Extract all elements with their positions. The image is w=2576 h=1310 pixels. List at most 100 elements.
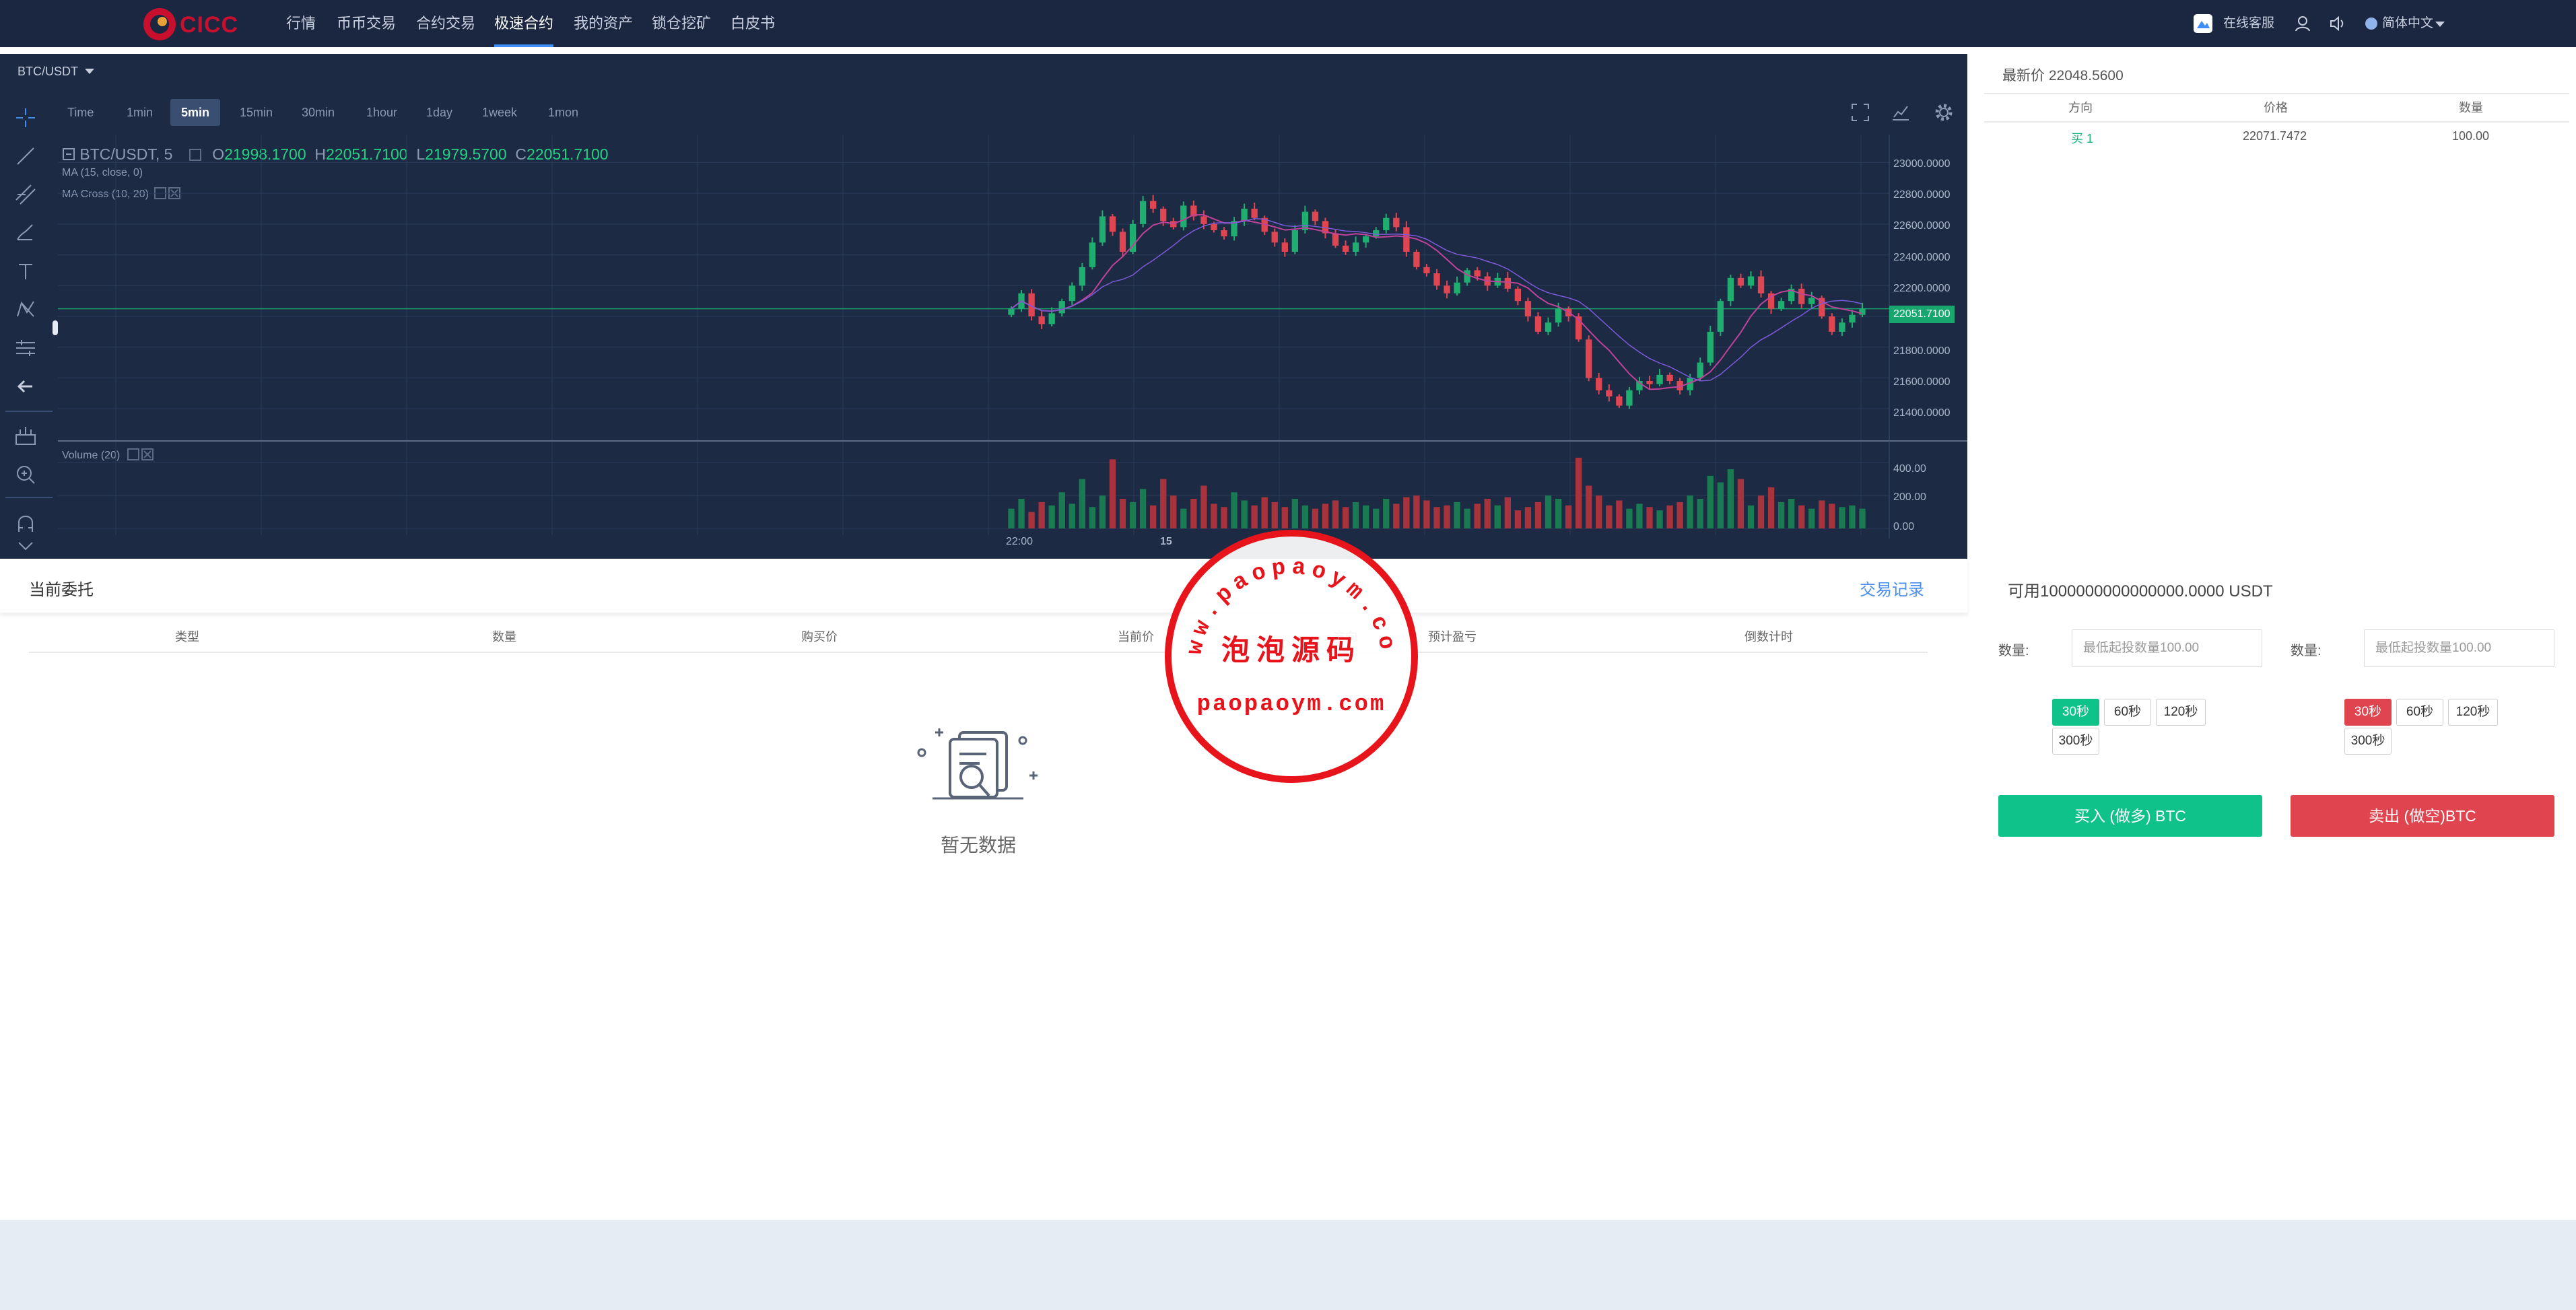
fib-tool-icon[interactable] (12, 181, 39, 208)
candle (1423, 267, 1430, 273)
timeframe-5min[interactable]: 5min (170, 99, 221, 126)
price-chart[interactable] (58, 135, 1967, 559)
timeframe-30min[interactable]: 30min (291, 99, 345, 126)
nav-item-spot[interactable]: 币币交易 (337, 0, 396, 47)
volume-bar (1363, 505, 1369, 528)
volume-bar (1819, 500, 1825, 528)
sell-short-button[interactable]: 卖出 (做空)BTC (2291, 795, 2554, 837)
sell-duration-30s[interactable]: 30秒 (2344, 699, 2392, 726)
volume-bar (1211, 504, 1217, 528)
buy-duration-60s[interactable]: 60秒 (2104, 699, 2151, 726)
volume-bar (1767, 487, 1775, 528)
volume-bar (1839, 507, 1845, 528)
candle (1413, 252, 1420, 267)
volume-bar (1008, 508, 1015, 528)
support-link[interactable]: 在线客服 (2223, 0, 2274, 47)
settings-gear-icon[interactable] (1934, 102, 1954, 123)
market-col-qty: 数量 (2459, 101, 2483, 114)
language-select[interactable]: 简体中文 (2382, 0, 2433, 47)
nav-item-fast-contract[interactable]: 极速合约 (494, 0, 554, 47)
sell-duration-300s[interactable]: 300秒 (2344, 728, 2392, 755)
candle (1373, 230, 1380, 237)
y-tick: 22600.0000 (1893, 220, 1951, 232)
buy-duration-30s[interactable]: 30秒 (2052, 699, 2099, 726)
zoom-tool-icon[interactable] (12, 461, 39, 488)
chevron-down-icon[interactable] (12, 539, 39, 555)
candle (1717, 301, 1724, 332)
volume-bar (1777, 502, 1785, 528)
magnet-tool-icon[interactable] (12, 510, 39, 537)
candle (1707, 331, 1714, 363)
volume-bar (1291, 499, 1298, 528)
back-arrow-icon[interactable] (12, 373, 39, 400)
buy-duration-120s[interactable]: 120秒 (2156, 699, 2206, 726)
support-icon[interactable] (2193, 13, 2213, 34)
fullscreen-icon[interactable] (1850, 102, 1870, 123)
candle (1464, 270, 1470, 283)
sound-icon[interactable] (2328, 13, 2348, 34)
market-col-side: 方向 (2068, 101, 2093, 114)
candle (1454, 282, 1460, 294)
candle (1504, 277, 1511, 289)
trendline-tool-icon[interactable] (12, 143, 39, 170)
timeframe-1day[interactable]: 1day (415, 99, 463, 126)
nav-item-market[interactable]: 行情 (286, 0, 316, 47)
timeframe-15min[interactable]: 15min (229, 99, 283, 126)
volume-bar (1859, 508, 1866, 528)
candle (1534, 316, 1542, 332)
user-icon[interactable] (2293, 13, 2313, 34)
candle (1048, 313, 1055, 324)
sell-qty-input[interactable]: 最低起投数量100.00 (2364, 629, 2554, 667)
sell-duration-60s[interactable]: 60秒 (2396, 699, 2443, 726)
volume-bar (1717, 482, 1724, 528)
sell-qty-label: 数量: (2291, 644, 2321, 658)
measure-tool-icon[interactable] (12, 423, 39, 450)
volume-bar (1058, 492, 1065, 528)
candle (1251, 209, 1258, 218)
orders-header: 当前委托 交易记录 (0, 559, 1967, 613)
volume-bar (1788, 499, 1795, 528)
buy-long-button[interactable]: 买入 (做多) BTC (1998, 795, 2262, 837)
crosshair-tool-icon[interactable] (12, 104, 39, 131)
indicators-icon[interactable] (1891, 102, 1911, 123)
sell-duration-120s[interactable]: 120秒 (2448, 699, 2498, 726)
symbol-selector[interactable]: BTC/USDT (18, 65, 95, 79)
y-tick: 22200.0000 (1893, 283, 1951, 294)
nav-item-contract[interactable]: 合约交易 (416, 0, 475, 47)
buy-qty-input[interactable]: 最低起投数量100.00 (2072, 629, 2262, 667)
candle (1109, 216, 1116, 232)
nav-item-assets[interactable]: 我的资产 (574, 0, 633, 47)
volume-bar (1373, 508, 1380, 528)
timeframe-time[interactable]: Time (57, 99, 104, 126)
prediction-tool-icon[interactable] (12, 335, 39, 361)
volume-bar (1484, 499, 1491, 528)
timeframe-1min[interactable]: 1min (116, 99, 164, 126)
brush-tool-icon[interactable] (12, 219, 39, 246)
timeframe-1hour[interactable]: 1hour (355, 99, 408, 126)
chevron-down-icon (84, 69, 94, 74)
candle (1312, 211, 1319, 221)
volume-bar (1534, 502, 1542, 528)
candle (1180, 205, 1187, 228)
candle (1079, 267, 1085, 286)
buy-qty-label: 数量: (1998, 644, 2029, 658)
buy-duration-300s[interactable]: 300秒 (2052, 728, 2099, 755)
volume-bar (1676, 502, 1683, 528)
candle (1038, 316, 1045, 324)
timeframe-1mon[interactable]: 1mon (537, 99, 589, 126)
timeframe-1week[interactable]: 1week (471, 99, 528, 126)
volume-bar (1616, 500, 1623, 528)
trade-history-link[interactable]: 交易记录 (1860, 576, 1924, 600)
nav-item-mining[interactable]: 锁仓挖矿 (652, 0, 711, 47)
candle (1697, 362, 1703, 378)
logo[interactable]: CICC (138, 4, 246, 44)
volume-bar (1565, 505, 1572, 528)
volume-bar (1586, 485, 1592, 528)
candle (1777, 301, 1785, 309)
text-tool-icon[interactable] (12, 258, 39, 285)
y-tick: 21800.0000 (1893, 345, 1951, 357)
toolbar-collapse-handle[interactable] (53, 320, 58, 335)
latest-price: 最新价 22048.5600 (2002, 65, 2124, 85)
nav-item-whitepaper[interactable]: 白皮书 (731, 0, 775, 47)
pattern-tool-icon[interactable] (12, 296, 39, 323)
